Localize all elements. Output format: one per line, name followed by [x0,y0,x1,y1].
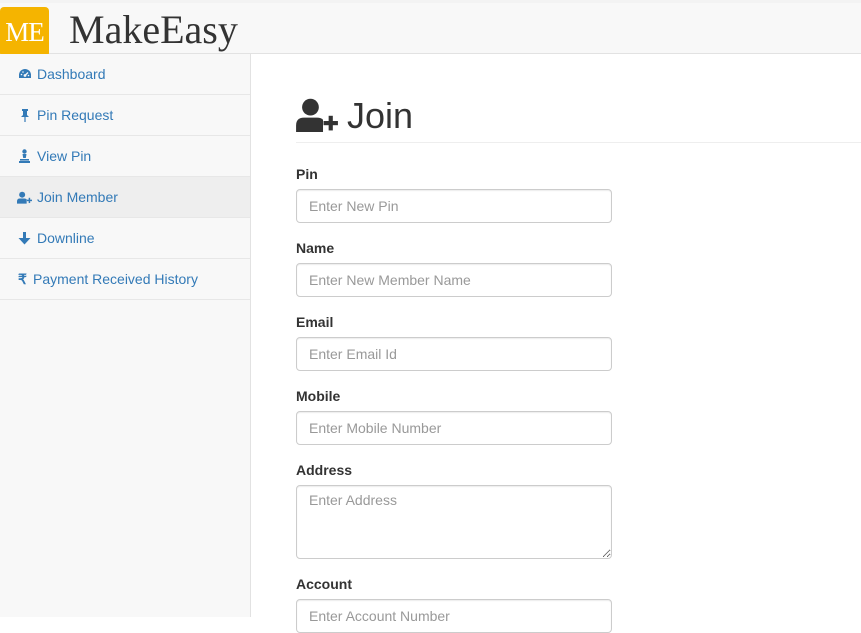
top-navbar: ME MakeEasy [0,0,861,57]
user-plus-icon [296,98,338,137]
name-input[interactable] [296,263,612,297]
sidebar-item-payment-history[interactable]: ₹ Payment Received History [0,259,250,300]
mobile-input[interactable] [296,411,612,445]
page-title: Join [347,95,414,136]
sidebar-item-label: Dashboard [37,66,106,82]
sidebar-item-label: View Pin [37,148,92,164]
sidebar-item-join-member[interactable]: Join Member [0,177,250,218]
account-label: Account [296,576,352,592]
brand-name[interactable]: MakeEasy [69,5,238,55]
arrow-down-icon [17,231,32,245]
pawn-icon [17,149,32,163]
sidebar-item-view-pin[interactable]: View Pin [0,136,250,177]
page-header: Join [296,90,861,143]
address-label: Address [296,462,353,478]
account-input[interactable] [296,599,612,633]
mobile-label: Mobile [296,388,341,404]
email-input[interactable] [296,337,612,371]
sidebar-item-label: Join Member [37,189,118,205]
dashboard-icon [17,68,32,80]
pin-input[interactable] [296,189,612,223]
sidebar-item-downline[interactable]: Downline [0,218,250,259]
pin-label: Pin [296,166,318,182]
sidebar: Dashboard Pin Request View Pin Join Memb… [0,54,251,617]
email-label: Email [296,314,334,330]
sidebar-item-label: Pin Request [37,107,114,123]
pushpin-icon [17,108,32,122]
sidebar-item-label: Payment Received History [33,271,198,287]
name-label: Name [296,240,335,256]
user-plus-icon [17,191,32,204]
main-content: Join Pin Name Email Mobile Address Accou… [251,54,861,633]
logo[interactable]: ME [0,7,49,57]
sidebar-item-label: Downline [37,230,95,246]
rupee-icon: ₹ [18,270,27,287]
address-textarea[interactable] [296,485,612,559]
sidebar-item-dashboard[interactable]: Dashboard [0,54,250,95]
sidebar-item-pin-request[interactable]: Pin Request [0,95,250,136]
